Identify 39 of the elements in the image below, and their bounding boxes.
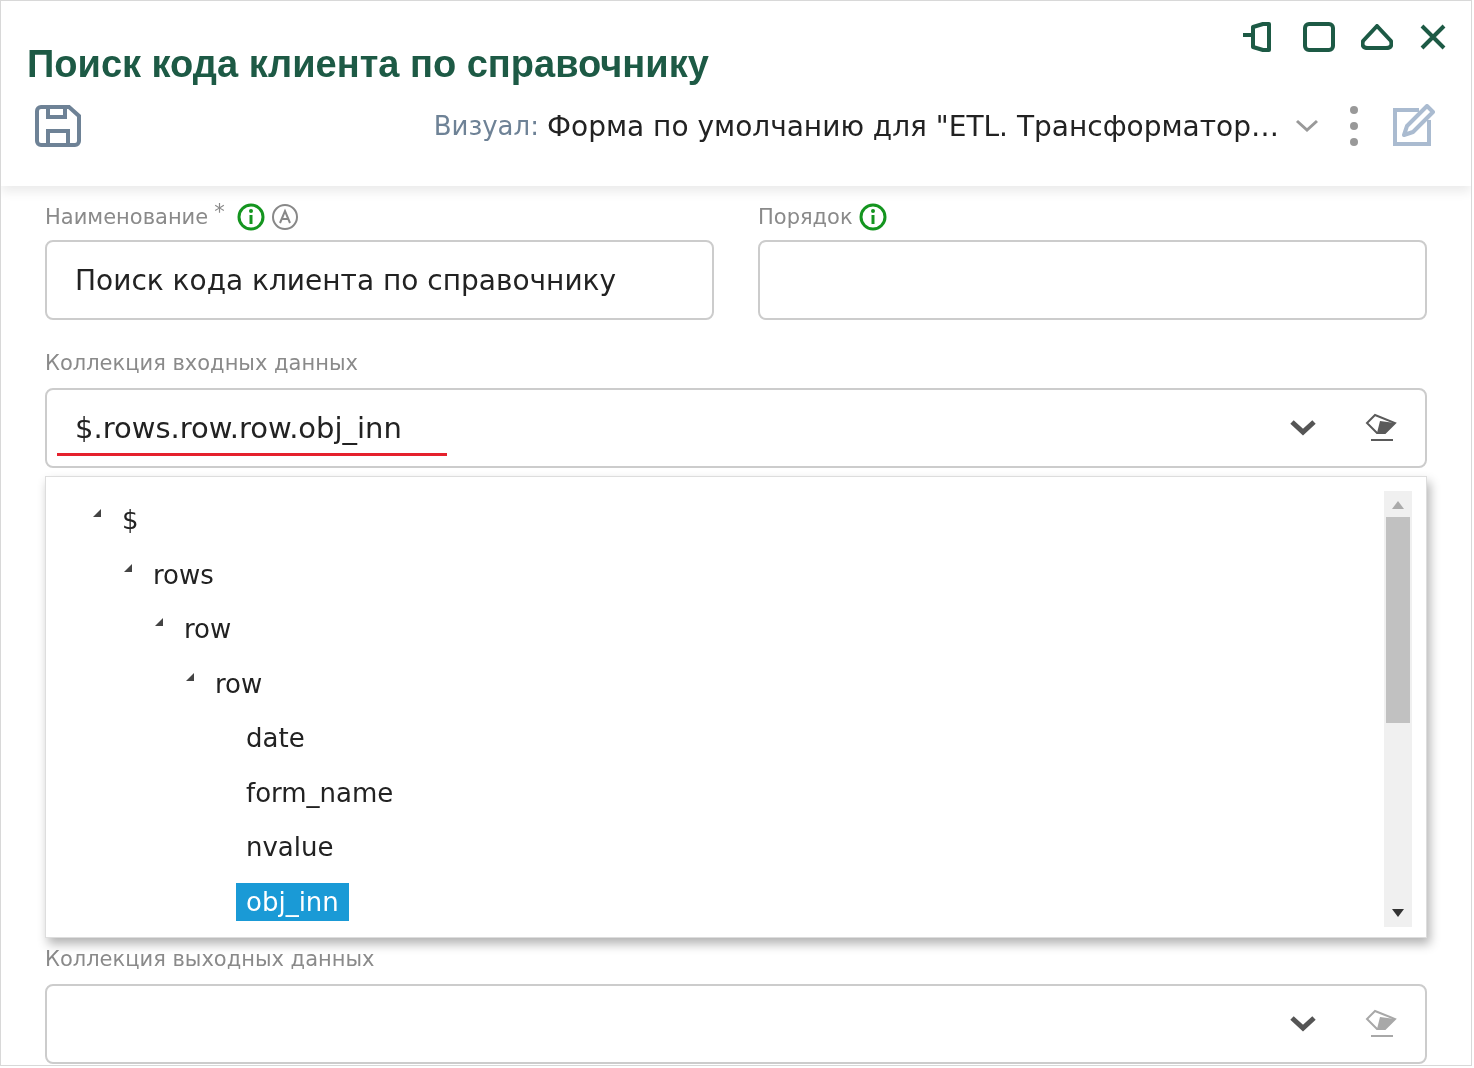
visual-label: Визуал: [433,111,539,141]
chevron-down-icon[interactable] [1289,1015,1317,1033]
tree-node[interactable]: date [236,719,315,758]
info-icon[interactable] [236,203,265,231]
field-label: Наименование [45,205,209,229]
scroll-up-icon[interactable] [1392,501,1404,509]
expand-triangle-icon[interactable] [154,617,164,628]
text-field[interactable]: Поиск кода клиента по справочнику [45,240,714,320]
tree-node[interactable]: row [205,664,273,703]
scroll-down-icon[interactable] [1392,909,1404,917]
field-label: Коллекция выходных данных [45,947,375,971]
collapse-icon[interactable] [1361,24,1393,50]
tree-node[interactable]: nvalue [236,828,344,867]
tree-node[interactable]: row [174,610,242,649]
close-icon[interactable] [1419,23,1447,51]
more-icon[interactable] [1349,105,1359,147]
field-label: Коллекция входных данных [45,351,358,375]
select-field[interactable]: $.rows.row.row.obj_inn [45,388,1427,468]
auto-icon[interactable] [270,203,299,231]
field-value: $.rows.row.row.obj_inn [75,411,402,445]
tree-node[interactable]: rows [143,555,224,594]
tree-node[interactable]: form_name [236,773,404,812]
info-icon[interactable] [858,203,887,231]
scrollbar-thumb[interactable] [1386,517,1410,723]
select-field[interactable] [45,984,1427,1064]
tree-node[interactable]: $ [112,501,149,540]
text-field[interactable] [758,240,1427,320]
required-mark: * [214,200,225,224]
window-title: Поиск кода клиента по справочнику [27,43,709,86]
field-label: Порядок [758,205,853,229]
expand-triangle-icon[interactable] [123,562,133,573]
save-icon[interactable] [35,105,81,147]
expand-triangle-icon[interactable] [92,508,102,519]
eraser-icon[interactable] [1365,413,1399,443]
scrollbar[interactable] [1384,491,1412,927]
visual-select[interactable]: Форма по умолчанию для "ETL. Трансформатор… [546,109,1279,143]
chevron-down-icon[interactable] [1289,419,1317,437]
maximize-icon[interactable] [1303,22,1335,52]
expand-triangle-icon[interactable] [185,671,195,682]
